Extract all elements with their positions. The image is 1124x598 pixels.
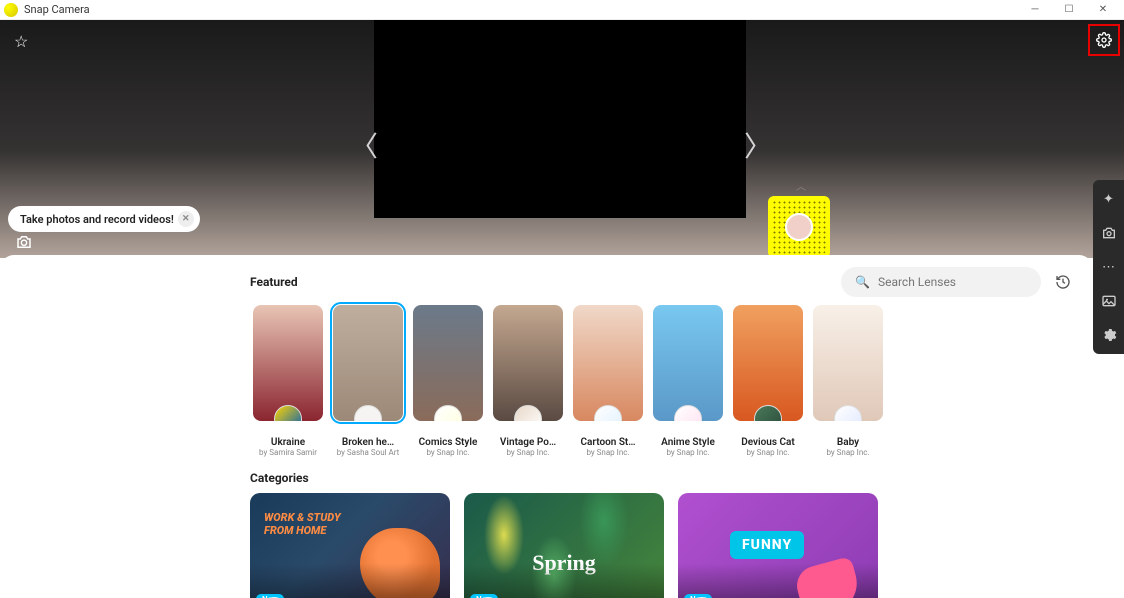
lens-item[interactable]: Ukraine by Samira Samir bbox=[250, 305, 326, 457]
lens-item[interactable]: Baby by Snap Inc. bbox=[810, 305, 886, 457]
snapcode[interactable] bbox=[768, 196, 830, 258]
search-lenses-field[interactable]: 🔍 bbox=[841, 267, 1041, 297]
lens-badge-icon bbox=[514, 405, 542, 421]
lens-item[interactable]: Vintage Po… by Snap Inc. bbox=[490, 305, 566, 457]
right-side-toolbar: ✦ ⋯ bbox=[1093, 180, 1124, 354]
lens-author: by Snap Inc. bbox=[490, 448, 566, 457]
lens-thumbnail bbox=[253, 305, 323, 421]
lens-badge-icon bbox=[594, 405, 622, 421]
window-maximize-button[interactable]: ☐ bbox=[1052, 0, 1086, 20]
history-button[interactable] bbox=[1049, 268, 1077, 296]
lens-name: Cartoon St… bbox=[570, 437, 646, 448]
camera-video-viewport bbox=[374, 20, 746, 218]
lens-badge-icon bbox=[674, 405, 702, 421]
lens-badge-icon bbox=[354, 405, 382, 421]
lens-author: by Snap Inc. bbox=[730, 448, 806, 457]
lens-item[interactable]: Comics Style by Snap Inc. bbox=[410, 305, 486, 457]
category-card-work-study[interactable]: WORK & STUDYFROM HOME New 31 Work & Stud… bbox=[250, 493, 450, 598]
tooltip-close-button[interactable]: ✕ bbox=[178, 211, 194, 227]
lens-thumbnail bbox=[413, 305, 483, 421]
lens-item[interactable]: Devious Cat by Snap Inc. bbox=[730, 305, 806, 457]
lens-name: Baby bbox=[810, 437, 886, 448]
categories-row: WORK & STUDYFROM HOME New 31 Work & Stud… bbox=[0, 493, 1093, 598]
lens-author: by Sasha Soul Art bbox=[330, 448, 406, 457]
lens-name: Anime Style bbox=[650, 437, 726, 448]
lens-thumbnail bbox=[813, 305, 883, 421]
lens-browser-header: Featured 🔍 bbox=[0, 267, 1093, 297]
search-icon: 🔍 bbox=[855, 275, 870, 289]
capture-tooltip: Take photos and record videos! ✕ bbox=[8, 206, 200, 232]
toolbar-gallery-icon[interactable] bbox=[1098, 290, 1120, 312]
category-card-spring[interactable]: Spring New 31 Spring 🌸 bbox=[464, 493, 664, 598]
featured-heading: Featured bbox=[250, 275, 298, 289]
search-input[interactable] bbox=[878, 275, 1027, 289]
category-card-funny[interactable]: FUNNY New 32 Funny bbox=[678, 493, 878, 598]
toolbar-star-icon[interactable]: ✦ bbox=[1098, 188, 1120, 210]
capture-tooltip-text: Take photos and record videos! bbox=[20, 213, 174, 226]
lens-badge-icon bbox=[754, 405, 782, 421]
settings-highlight-annotation bbox=[1088, 24, 1120, 56]
window-close-button[interactable]: ✕ bbox=[1086, 0, 1120, 20]
toolbar-more-icon[interactable]: ⋯ bbox=[1098, 256, 1120, 278]
toolbar-camera-icon[interactable] bbox=[1098, 222, 1120, 244]
app-title: Snap Camera bbox=[24, 3, 1018, 16]
lens-name: Devious Cat bbox=[730, 437, 806, 448]
lens-author: by Snap Inc. bbox=[650, 448, 726, 457]
camera-preview-area: ☆ 〈 〉 ︿ Take photos and record videos! ✕ bbox=[0, 20, 1124, 258]
app-icon bbox=[4, 3, 18, 17]
lens-author: by Snap Inc. bbox=[410, 448, 486, 457]
lens-item[interactable]: Broken he… by Sasha Soul Art bbox=[330, 305, 406, 457]
lens-badge-icon bbox=[834, 405, 862, 421]
capture-button[interactable] bbox=[12, 230, 36, 254]
lens-author: by Snap Inc. bbox=[810, 448, 886, 457]
lens-badge-icon bbox=[274, 405, 302, 421]
favorite-star-icon[interactable]: ☆ bbox=[14, 32, 28, 51]
window-minimize-button[interactable]: ─ bbox=[1018, 0, 1052, 20]
lens-thumbnail bbox=[573, 305, 643, 421]
next-lens-arrow[interactable]: 〉 bbox=[744, 125, 772, 165]
lens-thumbnail bbox=[653, 305, 723, 421]
lens-item[interactable]: Anime Style by Snap Inc. bbox=[650, 305, 726, 457]
titlebar: Snap Camera ─ ☐ ✕ bbox=[0, 0, 1124, 20]
lens-name: Broken he… bbox=[330, 437, 406, 448]
lens-name: Vintage Po… bbox=[490, 437, 566, 448]
lens-badge-icon bbox=[434, 405, 462, 421]
lens-thumbnail bbox=[333, 305, 403, 421]
lens-author: by Snap Inc. bbox=[570, 448, 646, 457]
toolbar-gear-icon[interactable] bbox=[1098, 324, 1120, 346]
lens-name: Comics Style bbox=[410, 437, 486, 448]
lens-name: Ukraine bbox=[250, 437, 326, 448]
lens-browser-panel: Featured 🔍 Ukraine by Samira Samir Broke… bbox=[0, 255, 1093, 598]
featured-lens-row: Ukraine by Samira Samir Broken he… by Sa… bbox=[0, 297, 1093, 461]
lens-item[interactable]: Cartoon St… by Snap Inc. bbox=[570, 305, 646, 457]
categories-heading: Categories bbox=[0, 461, 1093, 493]
lens-thumbnail bbox=[493, 305, 563, 421]
snapcode-expand-icon[interactable]: ︿ bbox=[796, 178, 806, 193]
lens-thumbnail bbox=[733, 305, 803, 421]
previous-lens-arrow[interactable]: 〈 bbox=[350, 125, 378, 165]
lens-author: by Samira Samir bbox=[250, 448, 326, 457]
